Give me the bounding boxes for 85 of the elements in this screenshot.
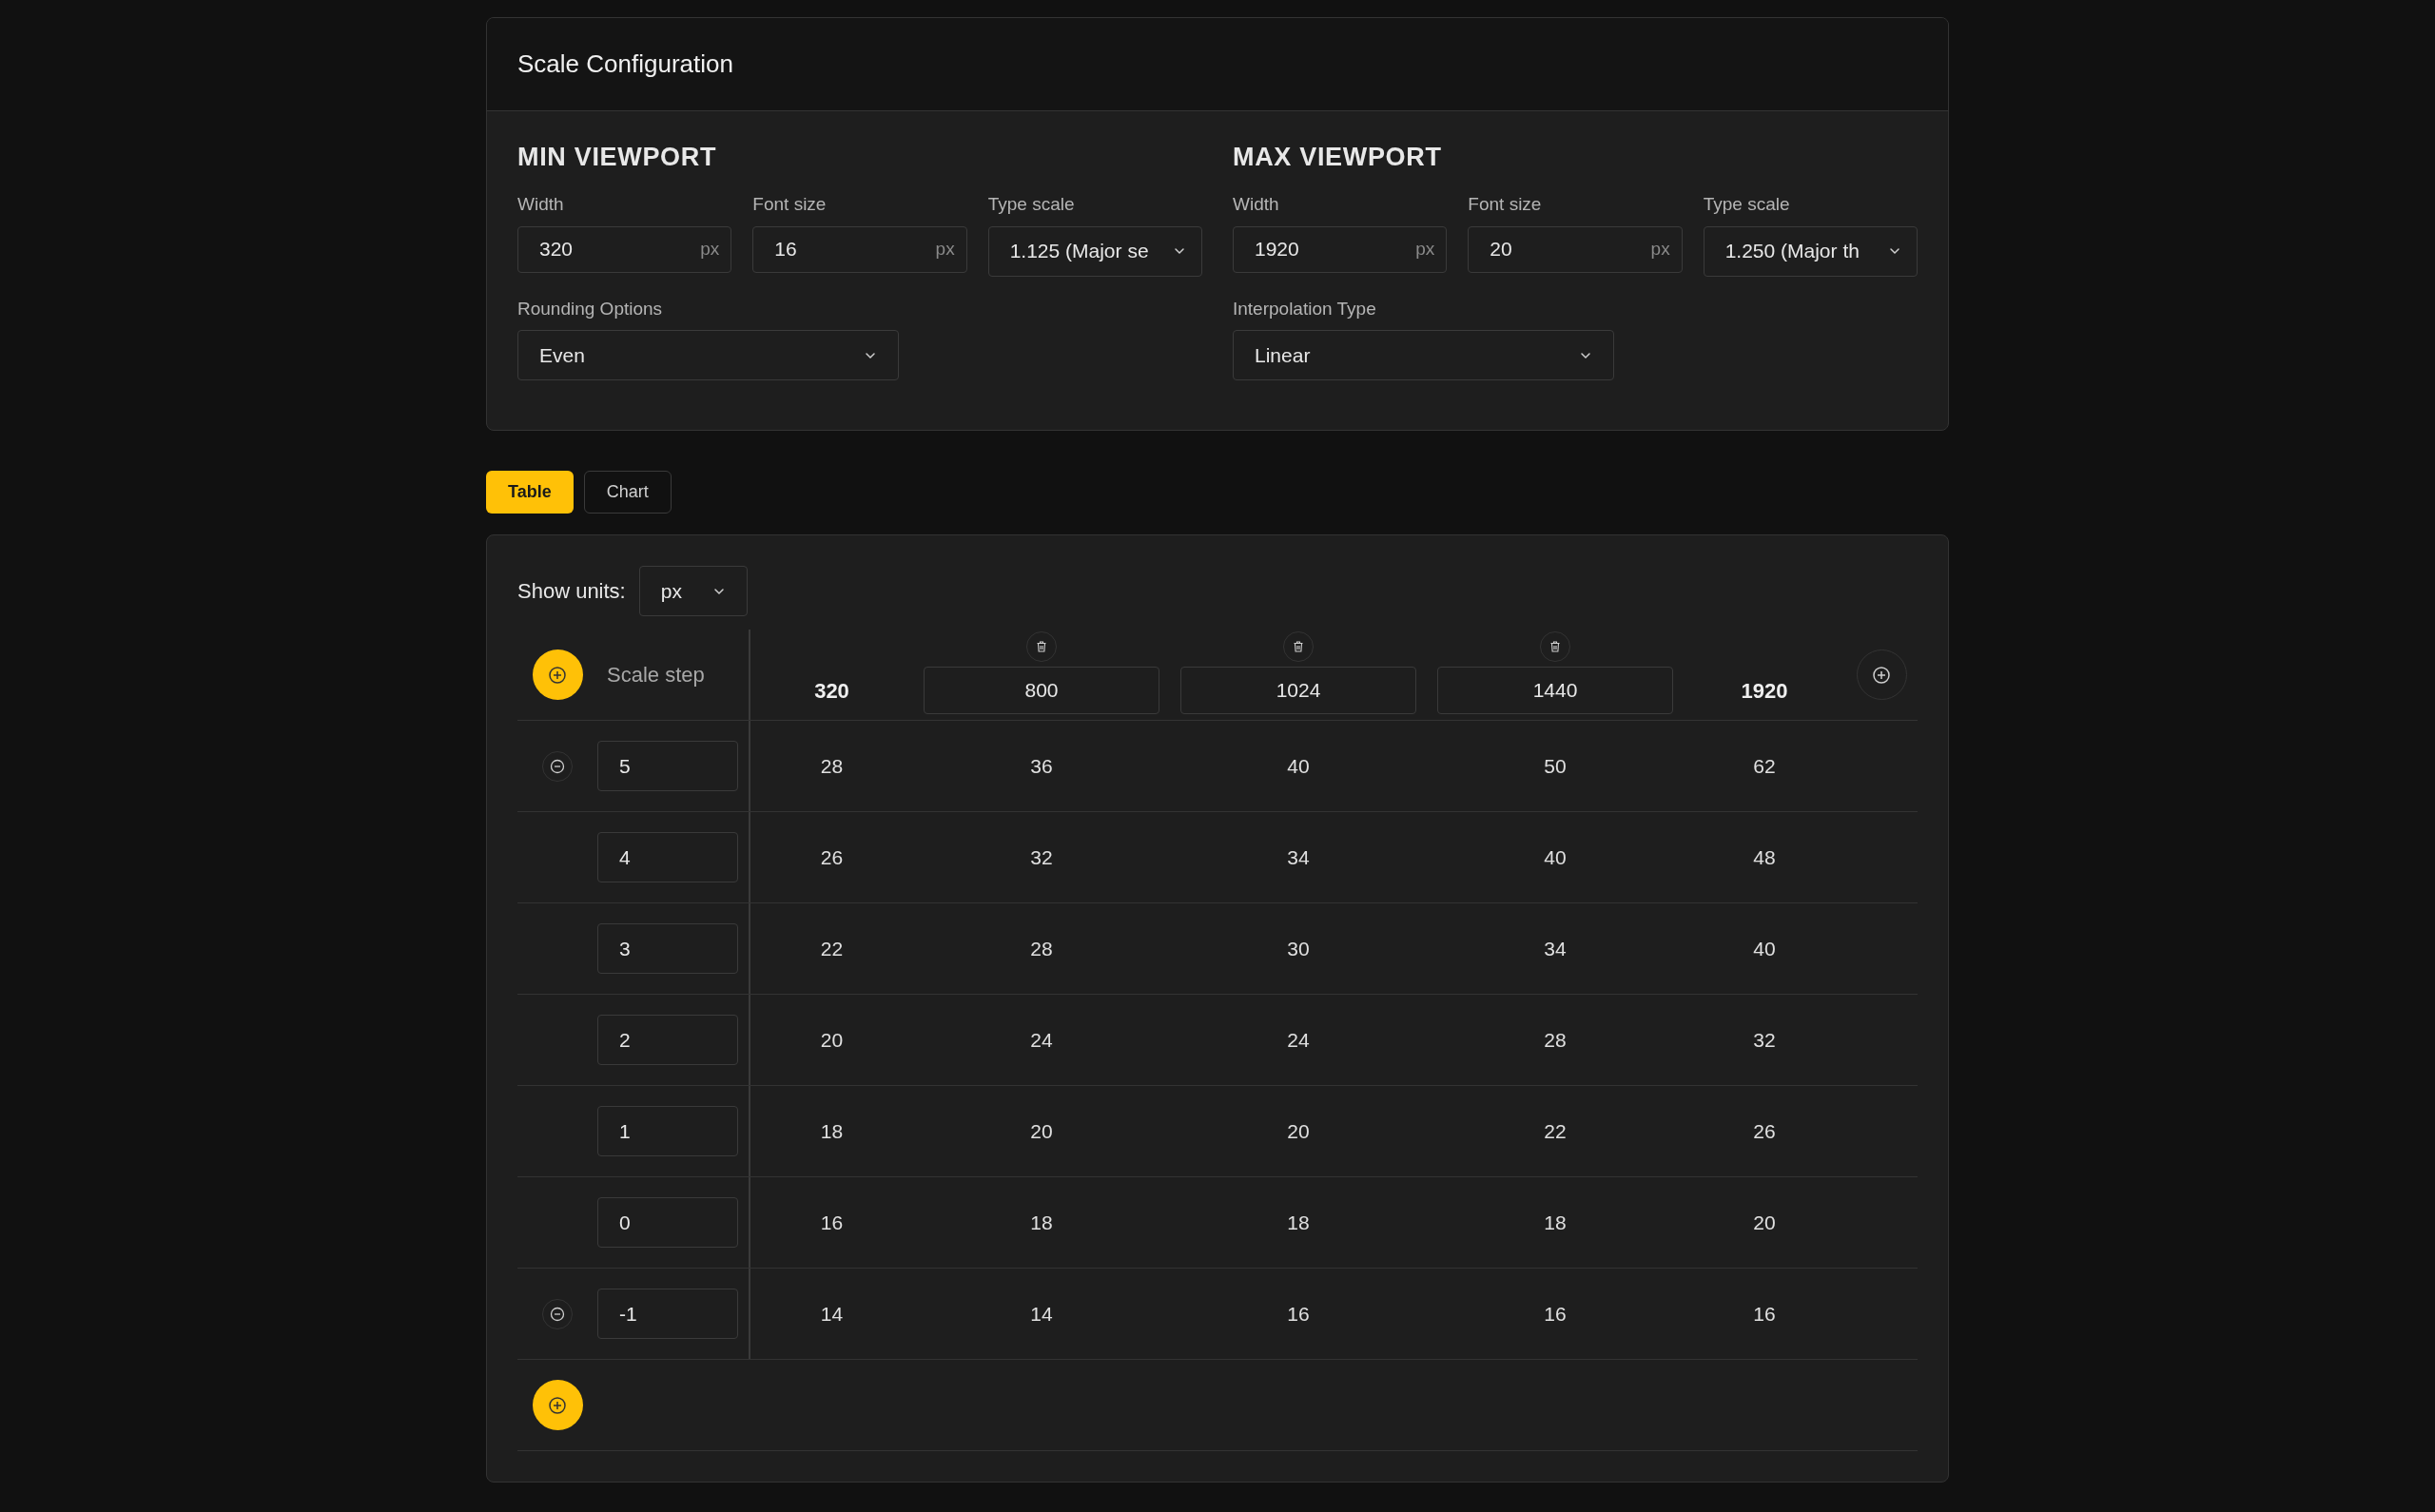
section-heading: MAX VIEWPORT: [1233, 142, 1443, 172]
trash-icon: [1549, 640, 1562, 653]
field-label: Type scale: [1703, 193, 1791, 216]
table-cell-text: 34: [1544, 936, 1567, 961]
table-cell-text: 26: [1753, 1118, 1776, 1144]
input-field[interactable]: 20 px: [1468, 225, 1683, 273]
select-field[interactable]: 1.125 (Major se: [987, 225, 1202, 277]
unit-label: px: [700, 237, 720, 261]
step-input[interactable]: 0: [597, 1197, 738, 1248]
step-input[interactable]: -1: [597, 1289, 738, 1339]
input-field[interactable]: 1920 px: [1233, 225, 1448, 273]
select-field[interactable]: Linear: [1233, 330, 1614, 380]
viewport-input[interactable]: 1024: [1180, 667, 1416, 714]
table-cell-text: 40: [1287, 753, 1310, 779]
card-title: Scale Configuration: [517, 48, 733, 80]
step-input[interactable]: 4: [597, 832, 738, 882]
units-select[interactable]: px: [638, 566, 748, 616]
viewport-input[interactable]: 1440: [1437, 667, 1673, 714]
table-cell-text: 16: [1287, 1301, 1310, 1327]
table-cell-text: 14: [820, 1301, 844, 1327]
tab[interactable]: Chart: [583, 471, 672, 514]
table-cell-text: 34: [1287, 844, 1310, 870]
plus-circle-icon: [548, 665, 567, 685]
input-field[interactable]: 16 px: [752, 225, 967, 273]
table-cell-text: 48: [1753, 844, 1776, 870]
table-cell-text: 40: [1753, 936, 1776, 961]
table-cell-text: 16: [1544, 1301, 1567, 1327]
table-cell-text: 22: [1544, 1118, 1567, 1144]
input-field[interactable]: 320 px: [517, 225, 732, 273]
table-cell-text: 20: [1753, 1210, 1776, 1235]
table-cell-text: 24: [1287, 1027, 1310, 1053]
unit-label: px: [1415, 237, 1435, 261]
add-row-button[interactable]: [532, 1380, 583, 1430]
minus-circle-icon: [550, 1306, 565, 1322]
field-label: Type scale: [987, 193, 1076, 216]
table-cell-text: 18: [1287, 1210, 1310, 1235]
minus-circle-icon: [550, 758, 565, 774]
table-cell-text: 18: [1030, 1210, 1053, 1235]
field-label: Rounding Options: [517, 297, 664, 320]
table-cell-text: 28: [820, 753, 844, 779]
table-cell-text: 36: [1030, 753, 1053, 779]
section-heading: MIN VIEWPORT: [517, 142, 718, 172]
table-cell-text: 50: [1544, 753, 1567, 779]
unit-label: px: [1650, 237, 1670, 261]
table-cell-text: 24: [1030, 1027, 1053, 1053]
table-cell-text: 16: [820, 1210, 844, 1235]
units-label: Show units:: [517, 578, 626, 605]
table-cell-text: 16: [1753, 1301, 1776, 1327]
table-cell-text: 26: [820, 844, 844, 870]
field-label: Font size: [752, 193, 828, 216]
table-cell-text: 20: [1287, 1118, 1310, 1144]
field-label: Interpolation Type: [1233, 297, 1377, 320]
select-field[interactable]: 1.250 (Major th: [1703, 225, 1918, 277]
table-cell-text: 18: [1544, 1210, 1567, 1235]
unit-label: px: [935, 237, 955, 261]
step-input[interactable]: 2: [597, 1015, 738, 1065]
table-cell-text: 62: [1753, 753, 1776, 779]
step-input[interactable]: 5: [597, 741, 738, 791]
select-field[interactable]: Even: [517, 330, 899, 380]
table-cell-text: 22: [820, 936, 844, 961]
table-cell-text: 40: [1544, 844, 1567, 870]
table-cell-text: 14: [1030, 1301, 1053, 1327]
trash-icon: [1035, 640, 1048, 653]
table-cell-text: 28: [1544, 1027, 1567, 1053]
field-label: Width: [1233, 193, 1280, 216]
table-cell-text: 20: [820, 1027, 844, 1053]
trash-icon: [1292, 640, 1305, 653]
table-cell-text: 18: [820, 1118, 844, 1144]
field-label: Width: [517, 193, 565, 216]
tab[interactable]: Table: [486, 471, 574, 514]
plus-circle-icon: [1872, 665, 1891, 685]
table-cell-text: 20: [1030, 1118, 1053, 1144]
table-cell-text: 32: [1753, 1027, 1776, 1053]
table-cell-text: 32: [1030, 844, 1053, 870]
add-row-button[interactable]: [532, 649, 583, 700]
table-cell-text: 28: [1030, 936, 1053, 961]
table-cell-text: 30: [1287, 936, 1310, 961]
field-label: Font size: [1468, 193, 1543, 216]
column-heading: 1920: [1741, 677, 1788, 705]
plus-circle-icon: [548, 1395, 567, 1415]
viewport-input[interactable]: 800: [924, 667, 1159, 714]
column-heading: Scale step: [607, 662, 705, 688]
step-input[interactable]: 1: [597, 1106, 738, 1156]
step-input[interactable]: 3: [597, 923, 738, 974]
column-heading: 320: [814, 677, 849, 705]
